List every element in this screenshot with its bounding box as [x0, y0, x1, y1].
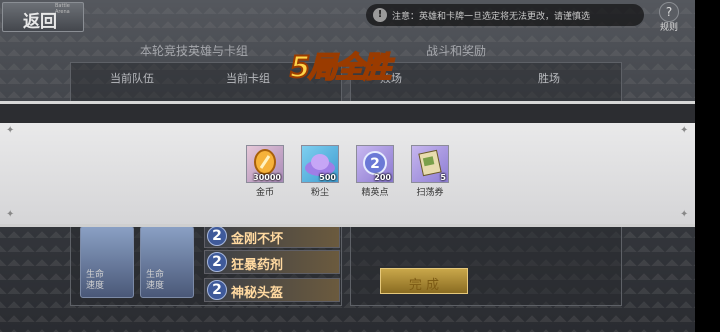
deck-card[interactable]: 2 神秘头盔	[204, 278, 340, 302]
left-section-title: 本轮竞技英雄与卡组	[140, 44, 249, 58]
victory-banner: 5局全胜	[289, 42, 396, 85]
reward-label: 粉尘	[310, 188, 329, 198]
rules-button[interactable]: ? 规则	[656, 2, 682, 33]
deck-card[interactable]: 2 狂暴药剂	[204, 250, 340, 274]
reward-label: 扫荡券	[416, 188, 444, 198]
hero-stats: 生命 速度	[146, 270, 165, 291]
confirm-button-label: 完 成	[408, 278, 440, 293]
reward-label: 金币	[255, 188, 274, 198]
screen-edge	[695, 0, 720, 332]
card-name: 神秘头盔	[231, 286, 284, 301]
corner-ornament-icon: ✦	[6, 125, 15, 136]
notice-text: 注意：英雄和卡牌一旦选定将无法更改，请谨慎选	[392, 12, 591, 22]
card-cost: 2	[207, 280, 227, 300]
card-name: 狂暴药剂	[231, 258, 284, 273]
rules-label: 规则	[659, 23, 678, 33]
right-section-title: 战斗和奖励	[426, 44, 487, 58]
reward-quantity: 5	[440, 173, 446, 182]
corner-ornament-icon: ✦	[6, 209, 15, 220]
notice-bar: ! 注意：英雄和卡牌一旦选定将无法更改，请谨慎选	[366, 4, 644, 26]
corner-ornament-icon: ✦	[680, 209, 689, 220]
hero-stats: 生命 速度	[86, 270, 105, 291]
card-name: 金刚不坏	[231, 232, 284, 247]
confirm-button[interactable]: 完 成	[380, 268, 468, 294]
corner-ornament-icon: ✦	[680, 125, 689, 136]
reward-quantity: 30000	[253, 173, 281, 182]
win-column-header: 胜场	[538, 72, 560, 85]
card-cost: 2	[207, 226, 227, 246]
deck-card[interactable]: 2 金刚不坏	[204, 224, 340, 248]
reward-quantity: 200	[374, 173, 391, 182]
help-icon: ?	[659, 2, 679, 22]
team-column-header: 当前队伍	[110, 72, 154, 85]
svg-text:2: 2	[370, 156, 380, 172]
back-button-label: 返回	[23, 12, 57, 32]
reward-quantity: 500	[319, 173, 336, 182]
card-cost: 2	[207, 252, 227, 272]
reward-label: 精英点	[361, 188, 389, 198]
back-button-sublabel: Battle Arena	[55, 3, 70, 15]
reward-popup: ✦ ✦ ✦ ✦ 30000 金币 500 粉尘 2 200 精英点 5 扫荡券	[0, 123, 695, 227]
warning-icon: !	[373, 8, 387, 22]
back-button[interactable]: 返回 Battle Arena	[2, 2, 84, 32]
victory-banner-text: 5局全胜	[289, 49, 392, 85]
game-screen: 返回 Battle Arena ! 注意：英雄和卡牌一旦选定将无法更改，请谨慎选…	[0, 0, 695, 332]
popup-top-border	[0, 101, 695, 123]
deck-column-header: 当前卡组	[226, 72, 270, 85]
